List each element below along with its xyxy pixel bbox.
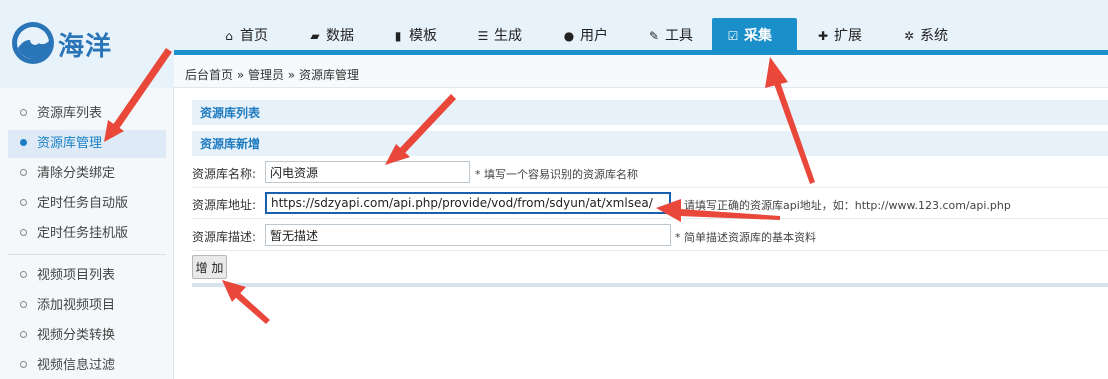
nav-template[interactable]: ▮ 模板 [381,18,447,54]
sidebar-divider [8,254,166,255]
bullet-icon [20,271,27,278]
user-icon: ● [563,29,575,43]
section-resource-list[interactable]: 资源库列表 [192,100,1108,126]
desc-label: 资源库描述: [192,230,257,244]
name-hint: * 填写一个容易识别的资源库名称 [475,168,638,181]
wrench-icon: ✎ [648,29,660,43]
desc-hint: * 简单描述资源库的基本资料 [675,231,816,244]
file-icon: ▮ [394,29,402,43]
form-row-url: 资源库地址: * 请填写正确的资源库api地址，如：http://www.123… [192,189,1108,219]
breadcrumb-bar: 后台首页 » 管理员 » 资源库管理 [174,55,1108,88]
sidebar-item-video-filter[interactable]: 视频信息过滤 [8,352,166,379]
bullet-icon [20,109,27,116]
sidebar: 资源库列表 资源库管理 清除分类绑定 定时任务自动版 定时任务挂机版 视频项目列… [0,88,174,379]
form-row-name: 资源库名称: * 填写一个容易识别的资源库名称 [192,158,1108,188]
resource-desc-input[interactable] [265,224,671,246]
nav-tools[interactable]: ✎ 工具 [637,18,703,54]
sidebar-item-resource-list[interactable]: 资源库列表 [8,100,166,128]
bullet-icon [20,199,27,206]
home-icon: ⌂ [225,29,233,43]
form-bottom-line [192,283,1108,287]
nav-user[interactable]: ● 用户 [552,18,618,54]
section-resource-add: 资源库新增 [192,131,1108,157]
edit-icon: ☑ [727,29,739,43]
puzzle-icon: ✚ [817,29,829,43]
site-logo[interactable]: 海洋 [10,14,140,72]
resource-url-input[interactable] [265,192,671,214]
sidebar-item-clear-binding[interactable]: 清除分类绑定 [8,160,166,188]
server-icon: ☰ [477,29,489,43]
name-label: 资源库名称: [192,167,257,181]
nav-collect[interactable]: ☑ 采集 [712,18,797,54]
sidebar-item-video-category[interactable]: 视频分类转换 [8,322,166,350]
bullet-icon [20,301,27,308]
nav-data[interactable]: ▰ 数据 [298,18,364,54]
nav-generate[interactable]: ☰ 生成 [466,18,532,54]
bullet-icon [20,169,27,176]
add-button[interactable]: 增 加 [192,255,227,279]
bullet-icon [20,139,27,146]
logo-text: 海洋 [58,32,113,62]
bullet-icon [20,361,27,368]
url-label: 资源库地址: [192,198,257,212]
logo-wave-icon [12,22,54,64]
bullet-icon [20,229,27,236]
url-hint: * 请填写正确的资源库api地址，如：http://www.123.com/ap… [675,199,1011,212]
nav-system[interactable]: ✲ 系统 [892,18,958,54]
resource-name-input[interactable] [265,161,470,183]
sidebar-item-resource-manage[interactable]: 资源库管理 [8,130,166,158]
gear-icon: ✲ [903,29,915,43]
bullet-icon [20,331,27,338]
breadcrumb: 后台首页 » 管理员 » 资源库管理 [185,68,359,82]
form-row-desc: 资源库描述: * 简单描述资源库的基本资料 [192,221,1108,251]
sidebar-item-cron-auto[interactable]: 定时任务自动版 [8,190,166,218]
nav-home[interactable]: ⌂ 首页 [212,18,278,54]
nav-extend[interactable]: ✚ 扩展 [806,18,872,54]
sidebar-item-cron-hang[interactable]: 定时任务挂机版 [8,220,166,248]
sidebar-item-add-video[interactable]: 添加视频项目 [8,292,166,320]
sidebar-item-video-list[interactable]: 视频项目列表 [8,262,166,290]
book-icon: ▰ [310,29,320,43]
